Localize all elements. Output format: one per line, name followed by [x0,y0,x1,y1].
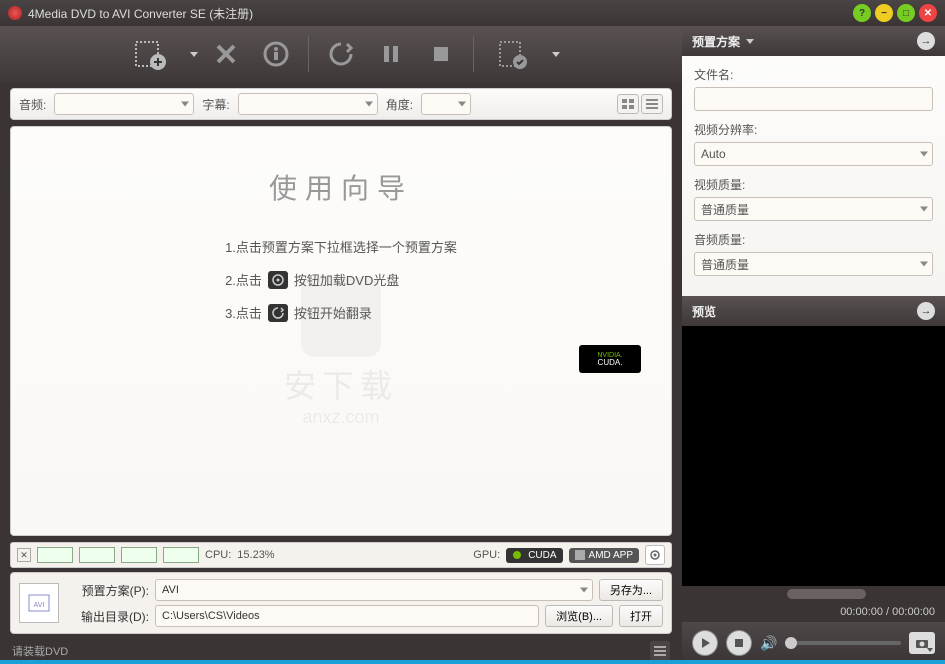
content-area: 安下载 anxz.com 使用向导 1.点击预置方案下拉框选择一个预置方案 2.… [10,126,672,536]
chevron-down-icon [920,207,928,212]
stop-playback-button[interactable] [726,630,752,656]
wizard-step-2: 2.点击 按钮加载DVD光盘 [225,270,457,289]
preview-scrollbar[interactable] [682,586,945,602]
info-button[interactable] [254,32,298,76]
player-controls: 🔊 [682,622,945,664]
svg-text:AVI: AVI [34,602,45,609]
window-title: 4Media DVD to AVI Converter SE (未注册) [28,5,253,22]
resolution-select[interactable]: Auto [694,142,933,166]
volume-icon[interactable]: 🔊 [760,635,777,652]
profile-label: 预置方案(P): [69,582,149,599]
wizard-step-1: 1.点击预置方案下拉框选择一个预置方案 [225,237,457,256]
wizard-title: 使用向导 [269,167,413,207]
edit-dropdown-icon[interactable] [552,52,560,57]
main-toolbar [0,26,682,82]
preview-viewport [682,326,945,602]
settings-button[interactable] [645,545,665,565]
gpu-cuda-badge[interactable]: CUDA [506,548,562,563]
cpu-value: 15.23% [237,549,274,561]
taskbar [0,660,945,664]
open-button[interactable]: 打开 [619,605,663,627]
log-button[interactable] [650,641,670,661]
convert-button[interactable] [319,32,363,76]
chevron-down-icon [580,588,588,593]
status-text: 请装载DVD [12,643,68,659]
browse-button[interactable]: 浏览(B)... [545,605,613,627]
chevron-down-icon [927,648,933,652]
play-button[interactable] [692,630,718,656]
gear-icon [649,549,661,561]
add-file-dropdown-icon[interactable] [190,52,198,57]
app-icon [8,6,22,20]
saveas-button[interactable]: 另存为... [599,579,663,601]
pause-button[interactable] [369,32,413,76]
cpu-meter-4 [163,547,199,563]
output-panel: AVI 预置方案(P): AVI 另存为... 输出目录(D): C:\User… [10,572,672,634]
meters-bar: ✕ CPU: 15.23% GPU: CUDA AMD APP [10,542,672,568]
view-list-button[interactable] [641,94,663,114]
gpu-amd-badge[interactable]: AMD APP [569,548,639,563]
preview-time: 00:00:00 / 00:00:00 [682,602,945,622]
cpu-meter-2 [79,547,115,563]
stop-icon [733,637,745,649]
nvidia-icon [512,550,524,560]
close-button[interactable]: ✕ [919,4,937,22]
list-icon [654,645,666,657]
play-icon [699,637,711,649]
delete-button[interactable] [204,32,248,76]
cpu-meter-1 [37,547,73,563]
minimize-button[interactable]: − [875,4,893,22]
titlebar: 4Media DVD to AVI Converter SE (未注册) ? −… [0,0,945,26]
preset-expand-button[interactable]: → [917,32,935,50]
dvd-icon [268,271,288,289]
cpu-meter-3 [121,547,157,563]
preview-header: 预览 → [682,296,945,326]
chevron-down-icon [458,102,466,107]
volume-slider[interactable] [785,641,901,645]
cpu-label: CPU: [205,549,231,561]
maximize-button[interactable]: □ [897,4,915,22]
refresh-icon [268,304,288,322]
dest-field[interactable]: C:\Users\CS\Videos [155,605,539,627]
resolution-label: 视频分辨率: [694,121,933,138]
preset-header: 预置方案 → [682,26,945,56]
subtitle-label: 字幕: [202,96,229,113]
angle-select[interactable] [421,93,471,115]
stop-button[interactable] [419,32,463,76]
filter-bar: 音频: 字幕: 角度: [10,88,672,120]
chevron-down-icon [920,262,928,267]
preview-expand-button[interactable]: → [917,302,935,320]
chevron-down-icon [181,102,189,107]
gpu-label: GPU: [473,549,500,561]
audio-label: 音频: [19,96,46,113]
profile-thumbnail: AVI [19,583,59,623]
add-file-button[interactable] [122,32,178,76]
filename-label: 文件名: [694,66,933,83]
help-button[interactable]: ? [853,4,871,22]
cuda-badge: NVIDIA. CUDA. [579,345,641,373]
chevron-down-icon [920,152,928,157]
aquality-select[interactable]: 普通质量 [694,252,933,276]
snapshot-button[interactable] [909,632,935,654]
chevron-down-icon[interactable] [746,39,754,44]
dest-label: 输出目录(D): [69,608,149,625]
angle-label: 角度: [386,96,413,113]
subtitle-select[interactable] [238,93,378,115]
aquality-label: 音频质量: [694,231,933,248]
wizard-step-3: 3.点击 按钮开始翻录 [225,303,457,322]
edit-button[interactable] [484,32,540,76]
profile-select[interactable]: AVI [155,579,593,601]
preset-panel: 文件名: 视频分辨率: Auto 视频质量: 普通质量 音频质量: 普通质量 [682,56,945,296]
view-thumbnails-button[interactable] [617,94,639,114]
meters-close-button[interactable]: ✕ [17,548,31,562]
vquality-select[interactable]: 普通质量 [694,197,933,221]
chevron-down-icon [365,102,373,107]
vquality-label: 视频质量: [694,176,933,193]
audio-select[interactable] [54,93,194,115]
amd-icon [575,550,585,560]
filename-input[interactable] [694,87,933,111]
